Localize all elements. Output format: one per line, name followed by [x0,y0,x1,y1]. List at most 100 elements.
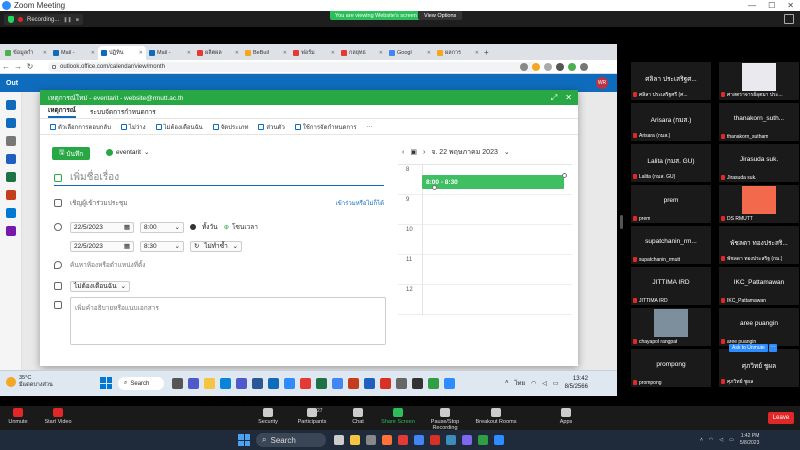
app-icon[interactable] [446,435,456,445]
repeat-select[interactable]: ↻ ไม่ทำซ้ำ ⌄ [190,240,242,252]
window-controls[interactable]: — ☐ ✕ [742,1,800,10]
share-screen-button[interactable]: Share Screen [373,408,423,425]
task-view-icon[interactable] [172,378,183,389]
extension-icon[interactable] [544,63,552,71]
tab-event[interactable]: เหตุการณ์ [48,105,76,118]
day-view-date[interactable]: จ. 22 พฤษภาคม 2023 [431,147,498,158]
close-tab-icon[interactable]: ✕ [331,50,335,56]
start-button[interactable] [100,377,112,389]
excel-icon[interactable] [5,172,16,182]
battery-icon[interactable]: ▭ [729,437,734,443]
stop-icon[interactable]: ■ [76,17,79,23]
sidebar-icon[interactable] [556,63,564,71]
taskbar-search[interactable]: ⌕ Search [256,433,326,447]
teams-chat-icon[interactable] [236,378,247,389]
file-explorer-icon[interactable] [204,378,215,389]
resize-handle-icon[interactable] [432,185,437,190]
wifi-icon[interactable]: ◠ [531,380,536,387]
participant-tile[interactable]: ศาสตราจารย์อุตมา ประ... [719,62,799,100]
optional-attendees-link[interactable]: เข้าร่วมหรือไม่ก็ได้ [336,198,384,208]
save-button[interactable]: 🖫 บันทึก [52,147,90,160]
line-icon[interactable] [428,378,439,389]
word-icon[interactable] [5,154,16,164]
recording-indicator[interactable]: Recording... ❚❚ ■ [4,14,83,25]
event-preview-block[interactable]: 8:00 - 8:30 [422,175,564,189]
hour-slot[interactable]: 12 [398,285,572,315]
resize-handle-icon[interactable] [562,173,567,178]
end-date-field[interactable]: 22/5/2023 ▦ [70,240,134,252]
back-icon[interactable]: ← [0,62,12,71]
participant-tile[interactable]: ศลิลา ประเสริฐศ... ศลิลา ประเสริฐศรี (ศ..… [631,62,711,100]
close-tab-icon[interactable]: ✕ [475,50,479,56]
hour-slot[interactable]: 10 [398,225,572,255]
end-time-field[interactable]: 8:30 ⌄ [140,240,184,252]
busy-status-button[interactable]: ไม่ว่าง [120,122,146,132]
word-icon[interactable] [364,378,375,389]
photos-icon[interactable] [300,378,311,389]
close-tab-icon[interactable]: ✕ [139,50,143,56]
line-icon[interactable] [478,435,488,445]
browser-tab[interactable]: Googl ✕ [386,46,434,60]
all-day-toggle[interactable] [190,224,196,230]
calendar-selector[interactable]: eventarit ⌄ [106,148,149,156]
hour-slot[interactable]: 9 [398,195,572,225]
participant-tile[interactable]: ศุภวิทย์ ชูผล ศุภวิทย์ ชูผล [719,349,799,387]
browser-tab[interactable]: ฟอร์ม ✕ [290,46,338,60]
hour-slot[interactable]: 11 [398,255,572,285]
participant-tile[interactable]: chayapol rangpat [631,308,711,346]
categorize-button[interactable]: จัดประเภท [212,122,248,132]
clock[interactable]: 13:42 8/5/2566 [565,375,588,391]
profile-avatar[interactable] [568,63,576,71]
reminder-toolbar-button[interactable]: ไม่ต้องเตือนฉัน [155,122,203,132]
store-icon[interactable] [252,378,263,389]
wifi-icon[interactable]: ◠ [709,437,713,443]
task-view-icon[interactable] [334,435,344,445]
excel-icon[interactable] [316,378,327,389]
close-tab-icon[interactable]: ✕ [283,50,287,56]
location-input[interactable]: ค้นหาห้องหรือตำแหน่งที่ตั้ง [54,259,384,271]
chevron-down-icon[interactable]: ⌄ [504,148,510,156]
app-icon[interactable] [412,378,423,389]
close-tab-icon[interactable]: ✕ [427,50,431,56]
security-button[interactable]: Security [243,408,293,425]
close-icon[interactable]: ✕ [565,93,572,102]
battery-icon[interactable]: ▭ [553,380,559,387]
pause-stop-recording-button[interactable]: Pause/Stop Recording [420,408,470,431]
event-title-input[interactable]: เพิ่มชื่อเรื่อง [54,170,384,186]
user-avatar[interactable]: WR [596,77,608,89]
clock[interactable]: 1:42 PM 5/8/2023 [740,433,759,447]
location-icon[interactable] [520,63,528,71]
previous-day-icon[interactable]: ‹ [402,149,404,156]
browser-tab[interactable]: กลยุทธ ✕ [338,46,386,60]
browser-tab[interactable]: Mail - ✕ [146,46,194,60]
fullscreen-icon[interactable] [784,14,794,24]
close-tab-icon[interactable]: ✕ [235,50,239,56]
day-grid[interactable]: 8 9 10 11 12 8:00 - 8:30 [398,164,572,354]
edge-icon[interactable] [220,378,231,389]
star-icon[interactable] [532,63,540,71]
menu-icon[interactable] [580,63,588,71]
description-editor[interactable]: เพิ่มคำอธิบายหรือแนบเอกสาร [70,297,386,345]
private-button[interactable]: ส่วนตัว [258,122,285,132]
url-input[interactable]: outlook.office.com/calendar/view/month [48,62,538,72]
more-options-button[interactable]: ··· [367,124,373,130]
acrobat-icon[interactable] [430,435,440,445]
participant-tile[interactable]: Jirasuda suk. Jirasuda suk. [719,144,799,182]
widgets-icon[interactable] [366,435,376,445]
teams-icon[interactable] [188,378,199,389]
close-tab-icon[interactable]: ✕ [379,50,383,56]
participant-tile[interactable]: IKC_Pattamawan IKC_Pattamawan [719,267,799,305]
participant-tile[interactable]: prem prem [631,185,711,223]
participant-tile[interactable]: JITTIMA IRD JITTIMA IRD [631,267,711,305]
apps-icon[interactable] [5,226,16,236]
scheduling-assistant-button[interactable]: ใช้การจัดกำหนดการ [294,122,357,132]
start-time-field[interactable]: 8:00 ⌄ [140,221,184,233]
powerpoint-icon[interactable] [5,190,16,200]
timezone-button[interactable]: ⊕ โซนเวลา [224,222,258,232]
onedrive-icon[interactable] [5,208,16,218]
tray-chevron-icon[interactable]: ˄ [700,437,703,443]
outlook-icon[interactable] [268,378,279,389]
view-options-button[interactable]: View Options [418,11,463,20]
volume-icon[interactable]: ◁ [542,380,547,387]
app-icon[interactable] [398,435,408,445]
